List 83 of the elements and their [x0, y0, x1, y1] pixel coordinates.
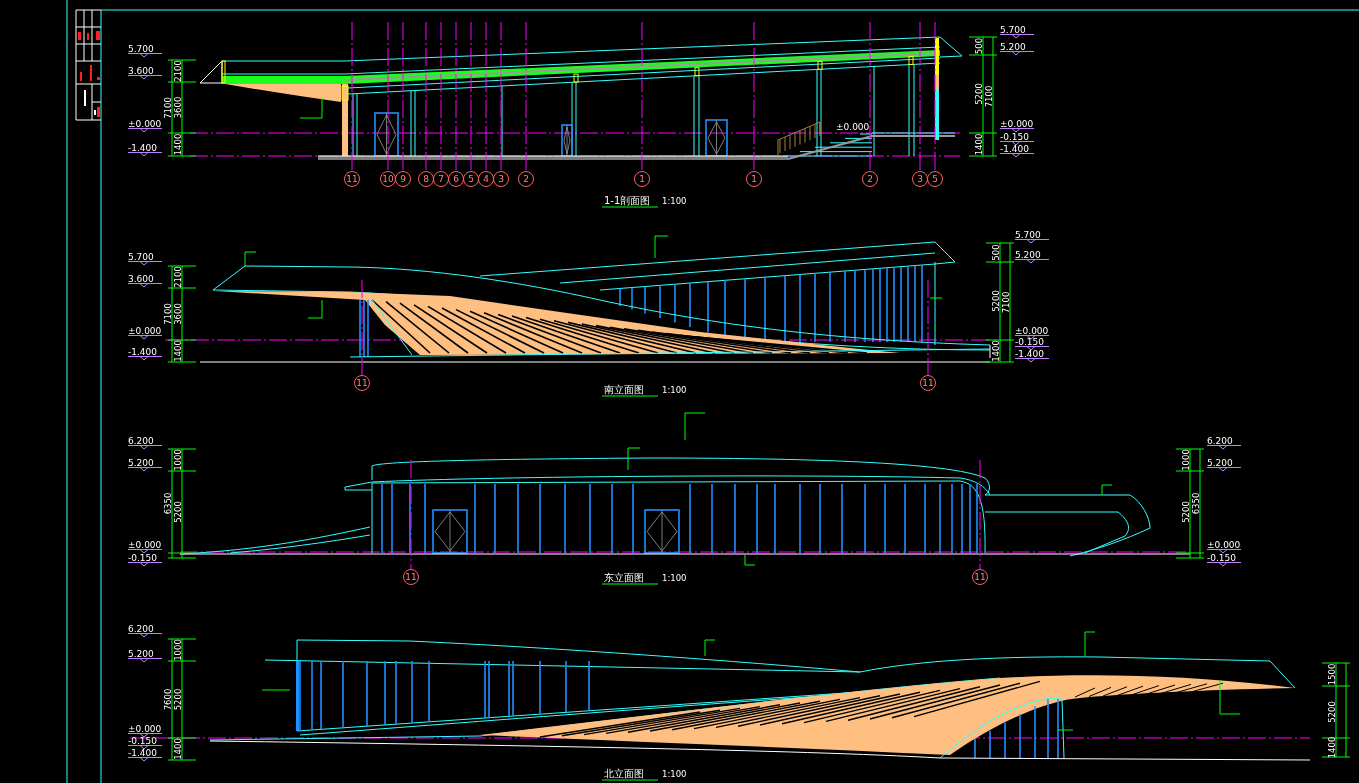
view-scale: 1:100: [662, 769, 687, 779]
dimension-text: 500: [990, 244, 1001, 261]
column: [352, 93, 358, 157]
view-title: 1-1剖面图: [604, 195, 651, 206]
dimension-text: 7100: [162, 97, 173, 119]
axis-marker: 5: [927, 171, 943, 187]
axis-marker: 4: [478, 171, 494, 187]
level-note: ±0.000: [836, 122, 870, 132]
dimension-text: 500: [973, 37, 984, 55]
leader-line: [1084, 631, 1096, 657]
dimension-text: 3600: [172, 96, 183, 119]
dimension-text: 1400: [1326, 736, 1337, 759]
dimension-text: 1400: [172, 340, 183, 362]
dimension-text: 6350: [1190, 492, 1201, 515]
dimension-text: 1400: [172, 133, 183, 156]
dimension-text: 3600: [172, 303, 183, 325]
dimension-text: 7100: [1000, 291, 1011, 314]
leader-line: [1101, 484, 1113, 496]
view-title: 北立面图: [604, 768, 644, 779]
dimension-text: 2100: [172, 60, 183, 82]
dimension-text: 1400: [973, 133, 984, 156]
leader-line: [307, 299, 323, 319]
leader-line: [744, 554, 756, 566]
leader-line: [244, 251, 257, 267]
door: [644, 509, 680, 554]
leader-line: [299, 97, 323, 119]
dimension-text: 5200: [1326, 701, 1337, 723]
column-bracket: [573, 73, 579, 83]
column: [410, 90, 416, 157]
column-bracket: [694, 67, 700, 77]
axis-marker: 6: [448, 171, 464, 187]
axis-marker: 11: [403, 569, 419, 585]
column-bracket: [908, 56, 914, 65]
leader-line: [1219, 679, 1241, 715]
axis-marker: 7: [433, 171, 449, 187]
leader-line: [929, 297, 943, 299]
door: [432, 509, 468, 554]
door: [374, 112, 399, 157]
dimension-text: 1400: [990, 340, 1001, 362]
leader-line: [1057, 729, 1074, 731]
axis-marker: 3: [493, 171, 509, 187]
view-title: 南立面图: [604, 384, 644, 395]
axis-marker: 11: [354, 375, 370, 391]
dimension-text: 7100: [983, 85, 994, 108]
axis-marker: 11: [920, 375, 936, 391]
dimension-text: 1000: [172, 639, 183, 661]
dimension-text: 7100: [162, 303, 173, 325]
axis-marker: 8: [418, 171, 434, 187]
axis-marker: 1: [634, 171, 650, 187]
dimension-text: 6350: [162, 492, 173, 515]
dimension-text: 1000: [172, 449, 183, 471]
door: [561, 124, 573, 157]
leader-line: [704, 639, 716, 657]
dimension-text: 5200: [973, 83, 984, 105]
door: [705, 119, 728, 157]
axis-marker: 2: [862, 171, 878, 187]
leader-line: [684, 412, 706, 441]
axis-marker: 9: [395, 171, 411, 187]
dimension-text: 1400: [172, 738, 183, 760]
leader-line: [627, 447, 641, 471]
column-bracket: [817, 60, 823, 70]
axis-marker: 11: [972, 569, 988, 585]
dimension-text: 1500: [1326, 663, 1337, 686]
dimension-text: 5200: [990, 290, 1001, 312]
view-scale: 1:100: [662, 385, 687, 395]
dimension-text: 5200: [1180, 501, 1191, 523]
view-scale: 1:100: [662, 196, 687, 206]
dimension-text: 7600: [162, 688, 173, 711]
leader-line: [261, 689, 291, 691]
dimension-text: 5200: [172, 501, 183, 523]
view-title: 东立面图: [604, 572, 644, 583]
dimension-text: 1000: [1180, 449, 1191, 471]
axis-marker: 3: [912, 171, 928, 187]
axis-marker: 5: [463, 171, 479, 187]
axis-marker: 1: [746, 171, 762, 187]
axis-marker: 10: [380, 171, 396, 187]
column: [359, 299, 413, 358]
axis-marker: 2: [518, 171, 534, 187]
view-scale: 1:100: [662, 573, 687, 583]
dimension-text: 5200: [172, 688, 183, 711]
axis-marker: 11: [344, 171, 360, 187]
dimension-text: 2100: [172, 266, 183, 288]
leader-line: [654, 235, 669, 259]
